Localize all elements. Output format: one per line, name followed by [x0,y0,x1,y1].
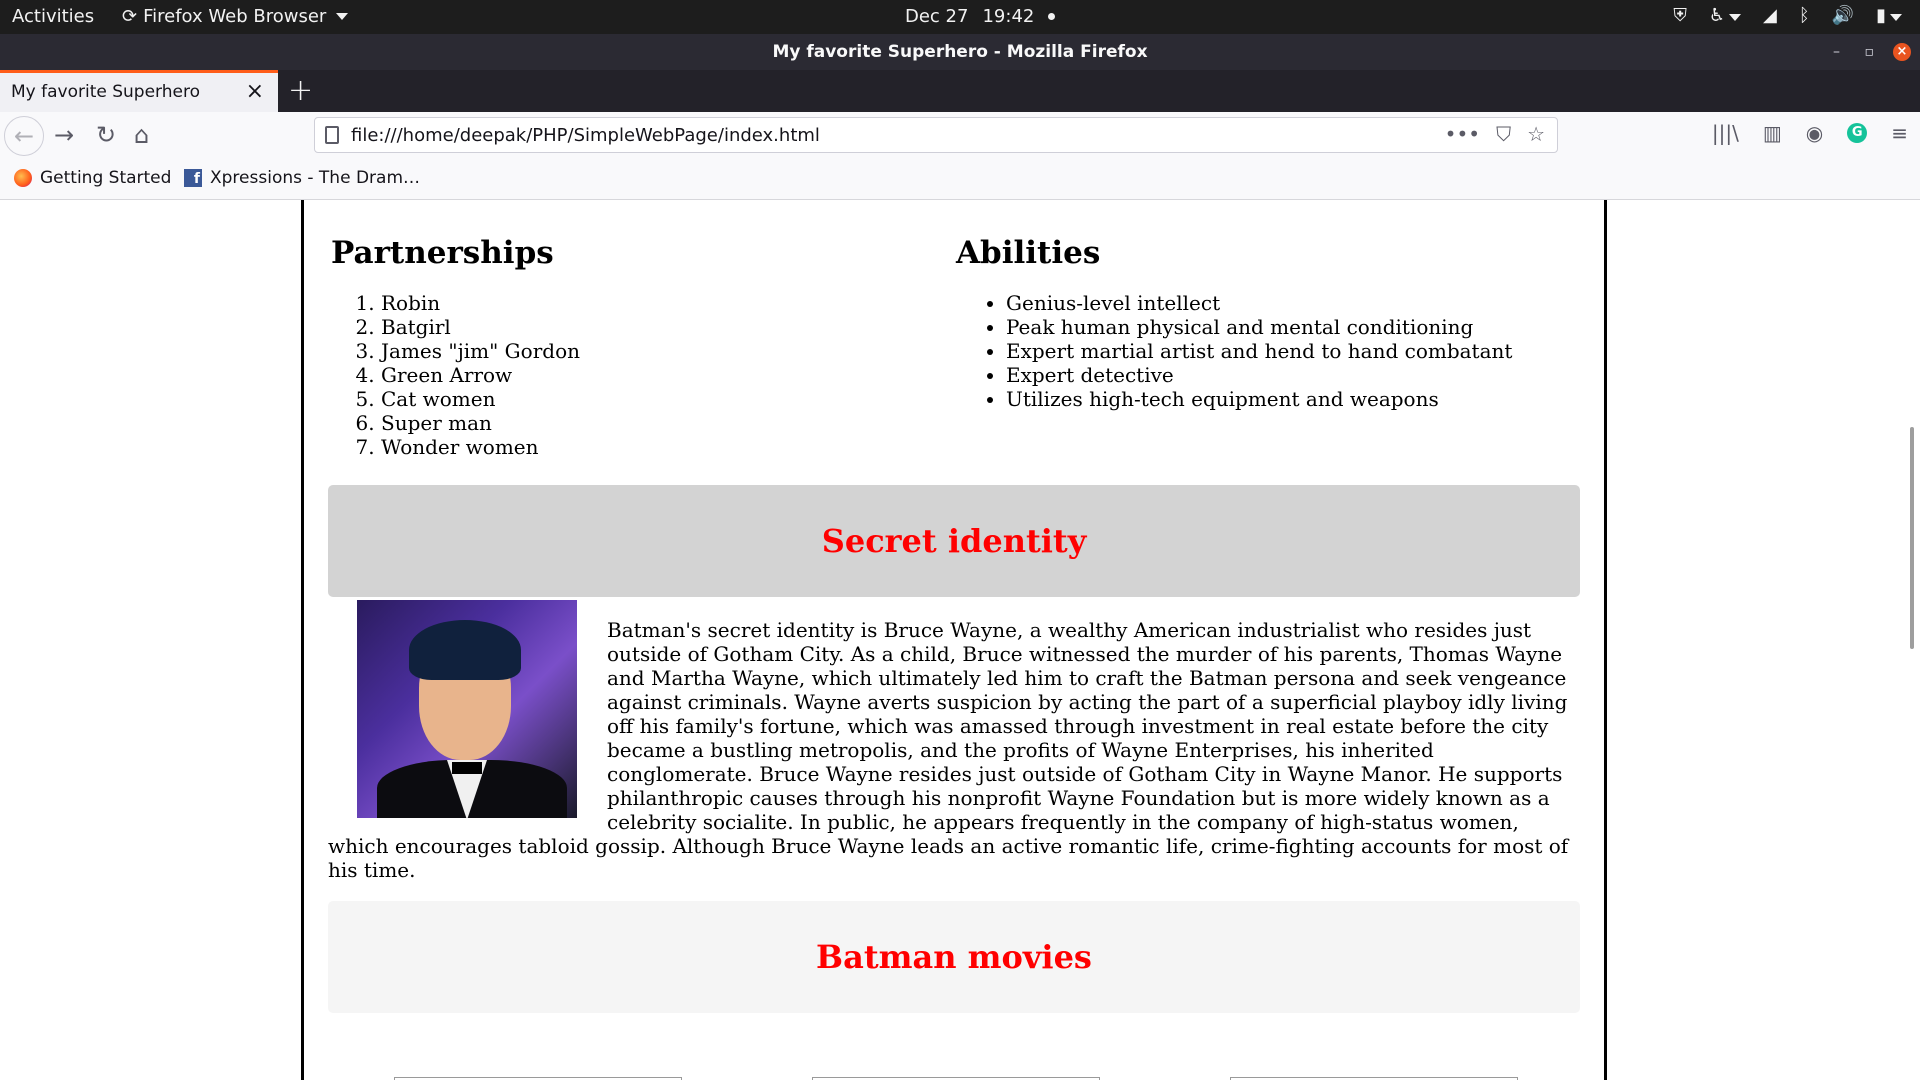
scrollbar[interactable] [1910,427,1914,649]
list-item: Utilizes high-tech equipment and weapons [1006,387,1512,411]
new-tab-icon[interactable]: + [288,73,313,108]
bookmark-label: Getting Started [40,168,172,188]
forward-button-icon[interactable]: → [54,121,74,149]
volume-icon[interactable]: 🔊 [1832,5,1854,26]
pocket-icon[interactable]: ⛉ [1496,122,1511,146]
system-top-bar: Activities ⟳ Firefox Web Browser Dec 27 … [0,0,1920,34]
minimize-icon[interactable]: – [1833,34,1840,70]
url-text[interactable]: file:///home/deepak/PHP/SimpleWebPage/in… [351,125,820,146]
clock[interactable]: Dec 27 19:42 [905,6,1056,27]
tab-title: My favorite Superhero [11,82,200,102]
list-item: Wonder women [381,435,580,459]
secret-identity-body: Batman's secret identity is Bruce Wayne,… [328,600,1580,882]
abilities-section: Abilities Genius-level intellect Peak hu… [956,235,1512,411]
firefox-icon [14,169,32,187]
window-title-bar: My favorite Superhero - Mozilla Firefox … [0,34,1920,70]
app-menu-label: Firefox Web Browser [143,6,327,27]
account-icon[interactable]: ◉ [1806,121,1823,145]
list-item: Expert detective [1006,363,1512,387]
bruce-wayne-image [357,600,577,818]
page-icon [325,126,339,144]
secret-identity-panel: Secret identity [328,485,1580,597]
reload-icon[interactable]: ↻ [96,121,116,149]
abilities-heading: Abilities [956,235,1101,271]
bookmark-xpressions[interactable]: f Xpressions - The Dram… [184,168,420,188]
shield-icon[interactable]: ⛨ [1673,5,1687,26]
list-item: James "jim" Gordon [381,339,580,363]
menu-icon[interactable]: ≡ [1891,121,1908,145]
bookmarks-toolbar: Getting Started f Xpressions - The Dram… [0,158,1920,200]
list-item: Expert martial artist and hend to hand c… [1006,339,1512,363]
battery-icon[interactable]: ▮ [1876,5,1902,26]
list-item: Genius-level intellect [1006,291,1512,315]
batman-movies-heading: Batman movies [816,938,1092,976]
partnerships-heading: Partnerships [331,235,554,271]
url-bar[interactable]: file:///home/deepak/PHP/SimpleWebPage/in… [314,117,1558,153]
facebook-icon: f [184,169,202,187]
list-item: Robin [381,291,580,315]
notification-dot-icon [1048,13,1056,20]
system-tray[interactable]: ⛨ ♿ ◢ ᛒ 🔊 ▮ [1673,5,1902,26]
sidebar-icon[interactable]: ▥ [1763,121,1782,145]
activities-button[interactable]: Activities [12,6,94,27]
page-viewport: Partnerships Robin Batgirl James "jim" G… [0,200,1920,1080]
close-window-icon[interactable]: × [1893,43,1911,61]
list-item: Super man [381,411,580,435]
maximize-icon[interactable]: ▫ [1865,34,1875,70]
partnerships-section: Partnerships Robin Batgirl James "jim" G… [331,235,580,459]
toolbar-right-buttons: |||\ ▥ ◉ G ≡ [1712,121,1908,145]
list-item: Cat women [381,387,580,411]
navigation-toolbar: ← → ↻ ⌂ file:///home/deepak/PHP/SimpleWe… [0,112,1920,158]
partnerships-list: Robin Batgirl James "jim" Gordon Green A… [331,291,580,459]
close-tab-icon[interactable]: × [246,79,264,104]
accessibility-icon[interactable]: ♿ [1709,5,1742,26]
clock-time: 19:42 [982,6,1035,27]
app-menu[interactable]: ⟳ Firefox Web Browser [122,6,349,27]
back-button-icon[interactable]: ← [4,116,44,156]
bookmark-label: Xpressions - The Dram… [210,168,421,188]
batman-movies-panel: Batman movies [328,901,1580,1013]
bookmark-getting-started[interactable]: Getting Started [14,168,171,188]
list-item: Batgirl [381,315,580,339]
window-title: My favorite Superhero - Mozilla Firefox [772,42,1148,62]
secret-identity-heading: Secret identity [821,522,1087,560]
tab-active[interactable]: My favorite Superhero × [0,70,278,112]
chevron-down-icon [336,13,349,20]
network-icon[interactable]: ◢ [1763,5,1777,26]
abilities-list: Genius-level intellect Peak human physic… [956,291,1512,411]
grammarly-icon[interactable]: G [1847,123,1868,143]
list-item: Peak human physical and mental condition… [1006,315,1512,339]
home-icon[interactable]: ⌂ [134,121,149,149]
page-actions-icon[interactable]: ••• [1445,122,1480,146]
library-icon[interactable]: |||\ [1712,121,1739,145]
bluetooth-icon[interactable]: ᛒ [1799,5,1810,26]
tab-strip: My favorite Superhero × + [0,70,1920,112]
page-container: Partnerships Robin Batgirl James "jim" G… [301,200,1607,1080]
url-actions: ••• ⛉ ☆ [1445,122,1545,146]
list-item: Green Arrow [381,363,580,387]
clock-date: Dec 27 [905,6,969,27]
bookmark-star-icon[interactable]: ☆ [1527,122,1545,146]
firefox-icon: ⟳ [122,6,138,27]
